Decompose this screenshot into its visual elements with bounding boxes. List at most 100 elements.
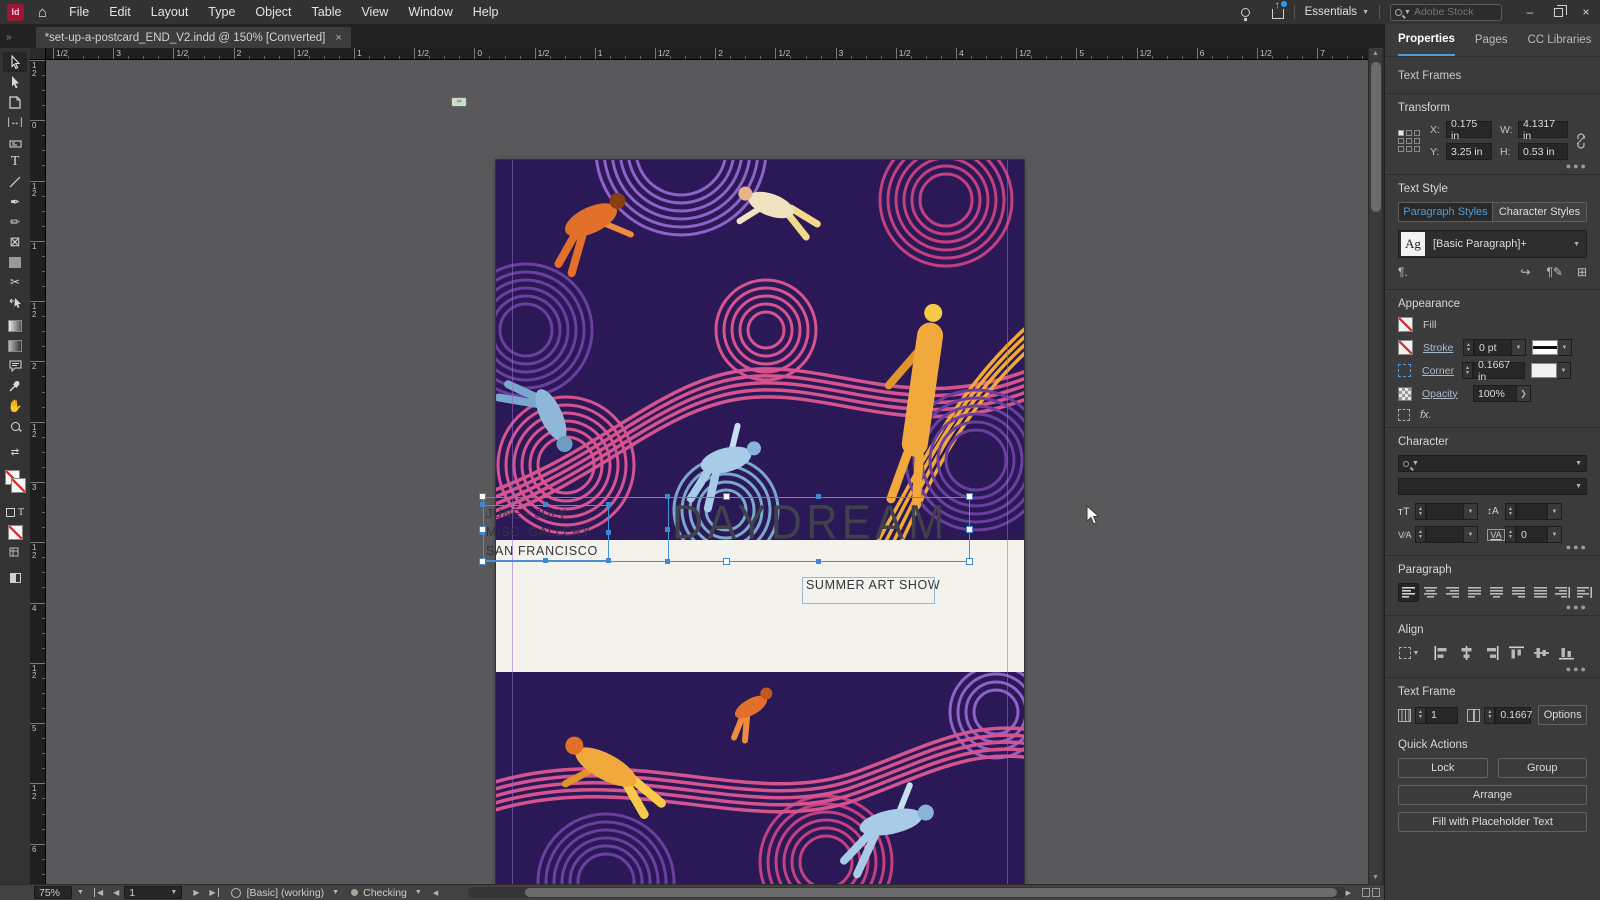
character-styles-tab[interactable]: Character Styles [1493, 202, 1587, 222]
font-size-input[interactable] [1426, 503, 1464, 520]
fill-swatch[interactable] [1398, 317, 1413, 332]
menu-object[interactable]: Object [245, 0, 301, 24]
preflight-icon[interactable] [230, 887, 241, 898]
menu-help[interactable]: Help [463, 0, 509, 24]
fill-with-placeholder-button[interactable]: Fill with Placeholder Text [1398, 812, 1587, 832]
fx-label[interactable]: fx. [1420, 409, 1432, 421]
align-vertical-centers-button[interactable] [1530, 643, 1552, 663]
font-style-dropdown[interactable]: ▼ [1398, 478, 1587, 495]
selection-handle[interactable] [966, 525, 973, 533]
selection-handle[interactable] [816, 559, 821, 564]
menu-file[interactable]: File [59, 0, 99, 24]
chevron-down-icon[interactable]: ▼ [1558, 339, 1572, 356]
selection-handle[interactable] [479, 558, 486, 565]
line-tool[interactable] [3, 172, 27, 192]
gutter-stepper[interactable]: ▲ ▼ [1484, 706, 1496, 724]
horizontal-scrollbar[interactable] [468, 887, 1346, 898]
previous-page-button[interactable]: ◀ [108, 888, 124, 897]
font-family-dropdown[interactable]: ▼ ▼ [1398, 455, 1587, 472]
columns-input[interactable]: 1 [1426, 706, 1459, 724]
corner-stepper[interactable]: ▲ ▼ [1462, 362, 1473, 379]
scroll-left-icon[interactable]: ◀ [428, 889, 443, 897]
columns-stepper[interactable]: ▲ ▼ [1415, 706, 1426, 724]
edit-style-icon[interactable]: ¶✎ [1546, 265, 1563, 279]
align-top-edges-button[interactable] [1505, 643, 1527, 663]
preflight-status[interactable]: Checking [363, 887, 407, 899]
selection-handle[interactable] [966, 493, 973, 500]
pencil-tool[interactable]: ✏ [3, 212, 27, 232]
eyedropper-tool[interactable] [3, 376, 27, 396]
restore-button[interactable] [1544, 0, 1572, 24]
tracking-input[interactable]: 0 [1516, 526, 1548, 543]
x-input[interactable]: 0.175 in [1446, 118, 1492, 142]
align-to-dropdown[interactable]: ▼ [1398, 643, 1420, 663]
fill-color-control[interactable] [3, 464, 27, 498]
leading-stepper[interactable]: ▲ ▼ [1505, 503, 1516, 520]
chevron-down-icon[interactable]: ▼ [1464, 503, 1478, 520]
lock-button[interactable]: Lock [1398, 758, 1488, 778]
arrange-button[interactable]: Arrange [1398, 785, 1587, 805]
gutter-input[interactable]: 0.1667 [1495, 706, 1533, 724]
more-options-icon[interactable]: ●●● [1566, 542, 1588, 552]
selection-handle[interactable] [543, 558, 548, 563]
document-tab[interactable]: *set-up-a-postcard_END_V2.indd @ 150% [C… [35, 27, 351, 48]
content-collector-tool[interactable] [3, 132, 27, 152]
kerning-input[interactable] [1426, 526, 1464, 543]
vertical-scrollbar-thumb[interactable] [1371, 62, 1381, 212]
opacity-link[interactable]: Opacity [1422, 388, 1473, 400]
ruler-origin-corner[interactable] [30, 48, 46, 60]
more-options-icon[interactable]: ●●● [1566, 161, 1588, 171]
canvas-pasteboard[interactable] [46, 60, 1368, 884]
scroll-down-icon[interactable]: ▼ [1369, 872, 1382, 884]
align-left-button[interactable] [1398, 583, 1419, 602]
paragraph-style-dropdown[interactable]: Ag [Basic Paragraph]+ ▼ [1398, 230, 1587, 258]
direct-selection-tool[interactable] [3, 72, 27, 92]
selection-handle[interactable] [479, 525, 486, 533]
adobe-stock-search[interactable]: ▼ [1390, 3, 1502, 21]
kerning-stepper[interactable]: ▲ ▼ [1415, 526, 1426, 543]
selection-tool[interactable] [3, 52, 27, 72]
selection-handle[interactable] [606, 502, 611, 507]
stroke-weight-input[interactable]: 0 pt [1474, 339, 1512, 356]
stroke-swatch[interactable] [1398, 340, 1413, 355]
stroke-stepper[interactable]: ▲ ▼ [1463, 339, 1474, 356]
align-left-edges-button[interactable] [1430, 643, 1452, 663]
h-input[interactable]: 0.53 in [1518, 143, 1568, 160]
vertical-ruler[interactable]: 1 2 0 1 2 1 1 2 2 1 2 3 1 2 4 1 2 5 1 2 6 [30, 60, 46, 884]
close-tab-icon[interactable]: × [335, 32, 341, 44]
text-frame-headline[interactable] [668, 497, 970, 562]
font-size-stepper[interactable]: ▲ ▼ [1415, 503, 1426, 520]
next-page-button[interactable]: ▶ [188, 888, 204, 897]
first-page-button[interactable]: ◀ [93, 888, 108, 897]
panel-expand-icon[interactable]: » [6, 32, 12, 43]
redefine-style-icon[interactable]: ↪ [1520, 265, 1530, 279]
corner-size-input[interactable]: 0.1667 in [1473, 359, 1525, 383]
selection-handle[interactable] [665, 494, 670, 499]
type-tool[interactable]: T [3, 152, 27, 172]
selection-handle[interactable] [722, 558, 730, 565]
menu-layout[interactable]: Layout [141, 0, 199, 24]
minimize-button[interactable]: – [1516, 0, 1544, 24]
scroll-up-icon[interactable]: ▲ [1369, 48, 1382, 60]
stroke-style-preview[interactable] [1532, 340, 1558, 355]
align-right-button[interactable] [1442, 583, 1463, 602]
opacity-input[interactable]: 100% [1473, 385, 1517, 402]
vertical-scrollbar[interactable]: ▲ ▼ [1368, 48, 1382, 884]
rectangle-tool[interactable] [3, 252, 27, 272]
justify-center-button[interactable] [1486, 583, 1507, 602]
scroll-right-icon[interactable]: ▶ [1341, 889, 1356, 897]
page-number-field[interactable]: 1 ▼ [124, 886, 183, 899]
selection-handle[interactable] [480, 502, 485, 507]
selection-handle[interactable] [479, 493, 486, 500]
text-frame-subtitle[interactable] [802, 577, 935, 604]
chevron-down-icon[interactable]: ▼ [1548, 526, 1562, 543]
align-away-from-spine-button[interactable] [1574, 583, 1595, 602]
screen-mode-button[interactable] [3, 568, 27, 588]
align-toward-spine-button[interactable] [1552, 583, 1573, 602]
formatting-affects-toggle[interactable]: T [3, 502, 27, 522]
menu-table[interactable]: Table [302, 0, 352, 24]
selection-handle[interactable] [606, 558, 611, 563]
workspace-switcher[interactable]: Essentials [1305, 6, 1357, 18]
corner-link[interactable]: Corner [1422, 365, 1462, 377]
opacity-expand-icon[interactable]: ❯ [1517, 385, 1531, 402]
